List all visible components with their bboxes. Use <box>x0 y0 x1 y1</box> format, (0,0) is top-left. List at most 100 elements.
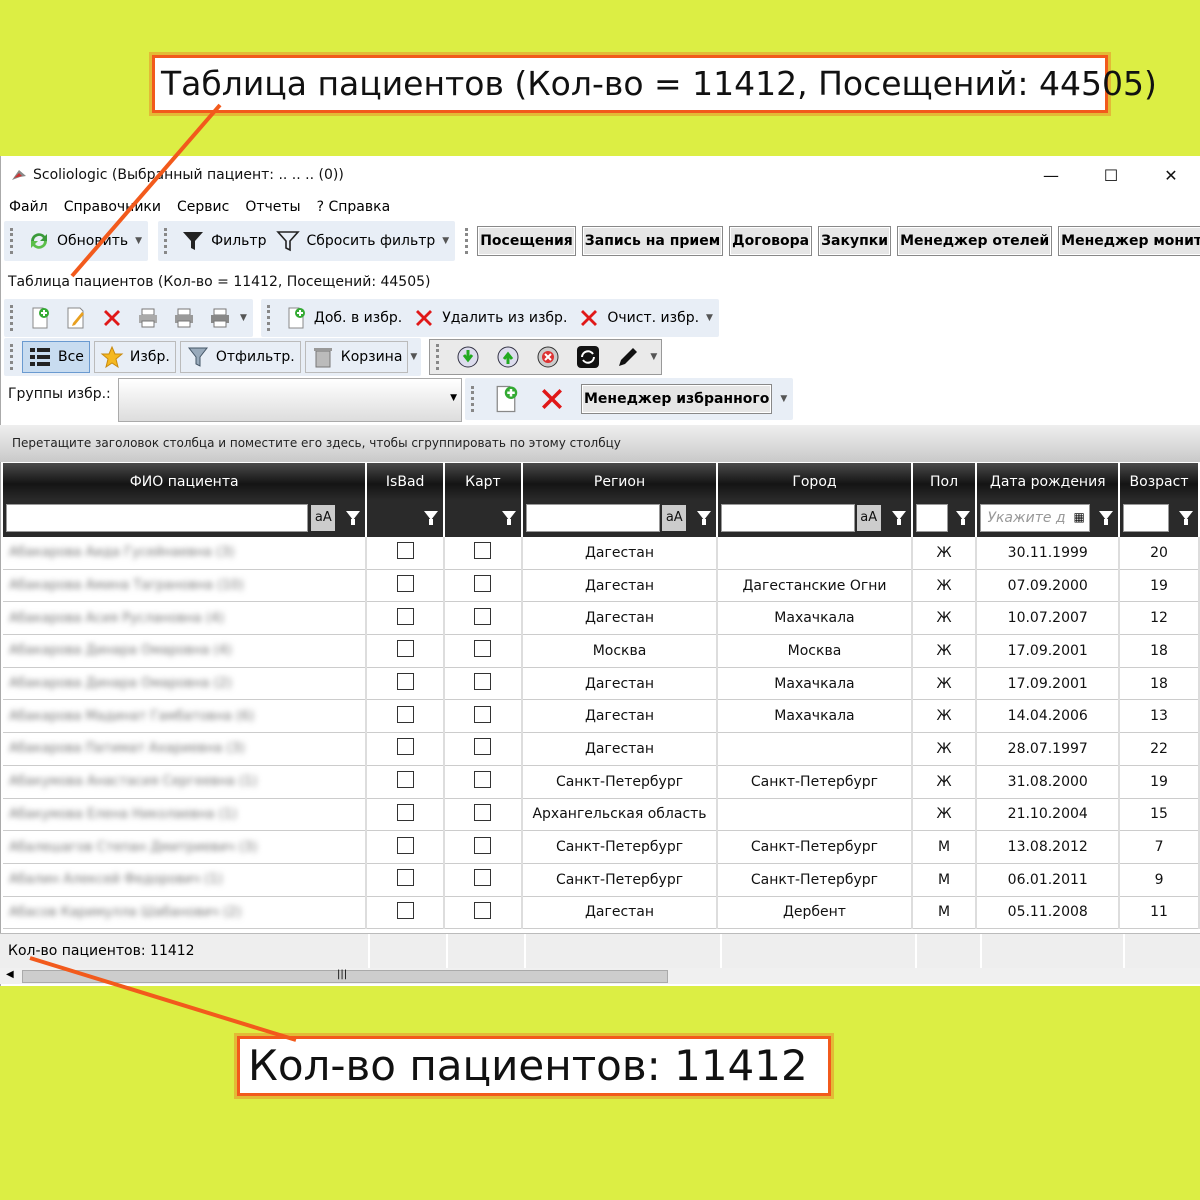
cards-checkbox[interactable] <box>474 901 492 919</box>
table-row[interactable]: Абакарова Динара Омаровна (2) Дагестан Мах… <box>3 667 1200 701</box>
chevron-down-icon[interactable]: ▼ <box>780 394 787 404</box>
cards-checkbox[interactable] <box>474 640 492 658</box>
remove-favorite-button[interactable]: Удалить из избр. <box>407 306 572 330</box>
chevron-down-icon[interactable]: ▼ <box>240 313 247 323</box>
cancel-icon[interactable] <box>536 345 560 369</box>
view-all-button[interactable]: Все <box>22 341 90 373</box>
horizontal-scrollbar[interactable]: ◀ ||| <box>0 968 1200 984</box>
isbad-checkbox[interactable] <box>396 607 414 625</box>
filter-icon[interactable] <box>1179 511 1193 525</box>
filter-icon[interactable] <box>956 511 971 525</box>
scrollbar-thumb[interactable]: ||| <box>22 969 668 983</box>
isbad-checkbox[interactable] <box>396 705 414 723</box>
toolbar-grip[interactable] <box>266 305 273 331</box>
cards-checkbox[interactable] <box>474 575 492 593</box>
case-toggle-region[interactable]: aA <box>662 505 687 531</box>
filter-input-region[interactable] <box>525 504 660 532</box>
delete-icon[interactable] <box>100 306 124 330</box>
scroll-left-icon[interactable]: ◀ <box>6 969 14 980</box>
filter-input-sex[interactable] <box>915 504 948 532</box>
toolbar-grip[interactable] <box>465 228 471 254</box>
isbad-checkbox[interactable] <box>396 738 414 756</box>
print-settings-icon[interactable] <box>208 306 232 330</box>
filter-button[interactable]: Фильтр <box>176 229 271 253</box>
cards-checkbox[interactable] <box>474 771 492 789</box>
isbad-checkbox[interactable] <box>396 640 414 658</box>
download-icon[interactable] <box>456 345 480 369</box>
cards-checkbox[interactable] <box>474 673 492 691</box>
favorites-manager-button[interactable]: Менеджер избранного <box>581 384 773 414</box>
toolbar-grip[interactable] <box>10 228 16 254</box>
view-trash-button[interactable]: Корзина <box>304 341 409 373</box>
menu-file[interactable]: Файл <box>1 199 56 215</box>
isbad-checkbox[interactable] <box>396 542 414 560</box>
group-by-panel[interactable]: Перетащите заголовок столбца и поместите… <box>0 425 1200 462</box>
table-row[interactable]: Абакарова Аида Гусейнаевна (3) Дагестан Ж 3… <box>3 537 1200 570</box>
isbad-checkbox[interactable] <box>396 673 414 691</box>
cards-checkbox[interactable] <box>474 705 492 723</box>
cards-checkbox[interactable] <box>474 836 492 854</box>
view-favorites-button[interactable]: Избр. <box>93 341 176 373</box>
print-preview-icon[interactable] <box>172 306 196 330</box>
minimize-button[interactable]: — <box>1021 166 1081 185</box>
monitor-manager-button[interactable]: Менеджер мониторов <box>1058 226 1200 256</box>
table-row[interactable]: Абакарова Мадинат Гамбатовна (6) Дагестан… <box>3 699 1200 734</box>
column-header-age[interactable]: Возраст <box>1119 463 1200 501</box>
appointment-button[interactable]: Запись на прием <box>581 226 724 256</box>
filter-icon[interactable] <box>424 511 439 525</box>
case-toggle-city[interactable]: aA <box>856 505 881 531</box>
toolbar-grip[interactable] <box>436 344 442 370</box>
purchases-button[interactable]: Закупки <box>818 226 892 256</box>
isbad-checkbox[interactable] <box>396 901 414 919</box>
toolbar-grip[interactable] <box>471 386 477 412</box>
edit-document-icon[interactable] <box>64 306 88 330</box>
table-row[interactable]: Абасов Каримулла Шабанович (2) Дагестан Де… <box>3 896 1200 930</box>
table-row[interactable]: Абакумова Анастасия Сергеевна (1) Санкт-П… <box>3 765 1200 799</box>
groups-combo[interactable]: ▼ <box>118 378 462 422</box>
isbad-checkbox[interactable] <box>396 803 414 821</box>
cards-checkbox[interactable] <box>474 869 492 887</box>
contracts-button[interactable]: Договора <box>729 226 813 256</box>
filter-icon[interactable] <box>891 511 906 525</box>
table-row[interactable]: Абакарова Динара Омаровна (4) Москва Москв… <box>3 634 1200 668</box>
isbad-checkbox[interactable] <box>396 836 414 854</box>
hotel-manager-button[interactable]: Менеджер отелей <box>897 226 1053 256</box>
menu-help[interactable]: ? Справка <box>309 199 399 215</box>
toolbar-grip[interactable] <box>10 344 16 370</box>
visits-button[interactable]: Посещения <box>477 226 576 256</box>
pencil-icon[interactable] <box>616 345 640 369</box>
isbad-checkbox[interactable] <box>396 575 414 593</box>
table-row[interactable]: Абакарова Асия Руслановна (4) Дагестан Мах… <box>3 601 1200 636</box>
chevron-down-icon[interactable]: ▼ <box>135 236 142 246</box>
menu-references[interactable]: Справочники <box>56 199 169 215</box>
toolbar-grip[interactable] <box>164 228 170 254</box>
filter-input-fio[interactable] <box>6 504 308 532</box>
table-row[interactable]: Абакарова Амина Таграновна (10) Дагестан Д… <box>3 569 1200 603</box>
maximize-button[interactable]: ☐ <box>1081 166 1141 185</box>
table-row[interactable]: Абакумова Елена Николаевна (1) Архангельс… <box>3 798 1200 832</box>
filter-input-age[interactable] <box>1123 504 1170 532</box>
delete-group-icon[interactable] <box>537 384 567 414</box>
chevron-down-icon[interactable]: ▼ <box>442 236 449 246</box>
reset-filter-button[interactable]: Сбросить фильтр <box>271 229 440 253</box>
refresh-button[interactable]: Обновить <box>22 229 133 253</box>
upload-icon[interactable] <box>496 345 520 369</box>
chevron-down-icon[interactable]: ▼ <box>706 313 713 323</box>
calendar-icon[interactable]: ▦ <box>1073 510 1084 524</box>
menu-reports[interactable]: Отчеты <box>237 199 308 215</box>
column-header-city[interactable]: Город <box>717 463 913 501</box>
cards-checkbox[interactable] <box>474 542 492 560</box>
column-header-cards[interactable]: Карт <box>444 463 523 501</box>
column-header-sex[interactable]: Пол <box>911 463 978 501</box>
toolbar-grip[interactable] <box>10 305 16 331</box>
close-button[interactable]: ✕ <box>1141 166 1200 185</box>
view-filtered-button[interactable]: Отфильтр. <box>179 341 301 373</box>
column-header-isbad[interactable]: IsBad <box>366 463 446 501</box>
filter-icon[interactable] <box>501 511 516 525</box>
chevron-down-icon[interactable]: ▼ <box>650 352 657 362</box>
table-row[interactable]: Абакарова Патимат Ахариевна (3) Дагестан Ж… <box>3 732 1200 766</box>
filter-input-city[interactable] <box>721 504 856 532</box>
column-header-region[interactable]: Регион <box>521 463 719 501</box>
filter-icon[interactable] <box>1099 511 1114 525</box>
add-document-icon[interactable] <box>28 306 52 330</box>
